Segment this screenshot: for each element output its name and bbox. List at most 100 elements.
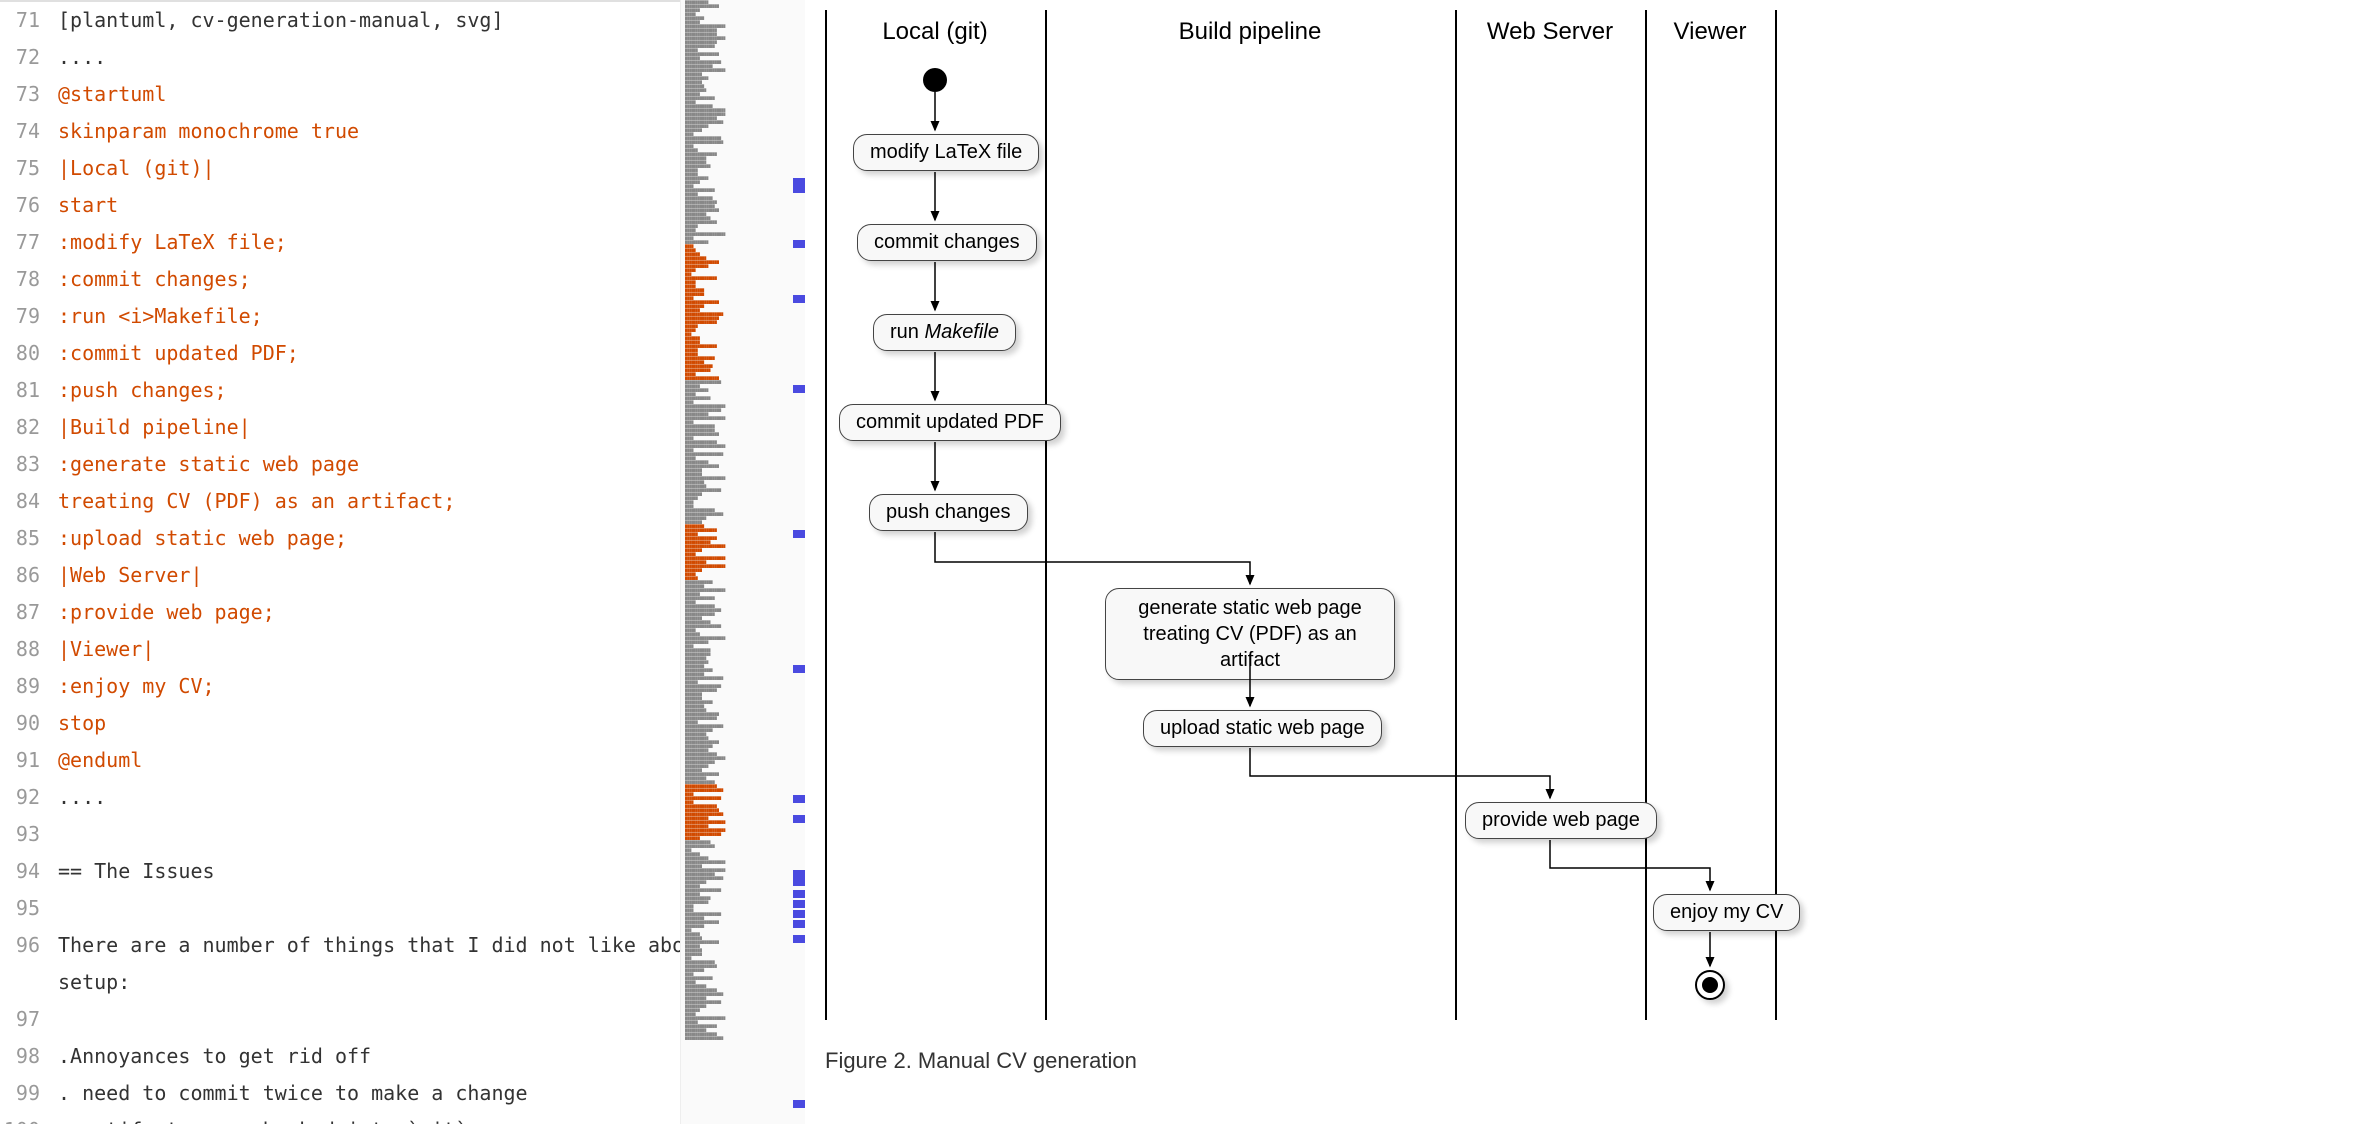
minimap-marker [793, 1100, 805, 1108]
line-number: 91 [0, 742, 58, 779]
code-line[interactable]: 98.Annoyances to get rid off [0, 1038, 680, 1075]
code-line[interactable]: 100. artifacts are checked into `git` [0, 1112, 680, 1124]
line-number: 82 [0, 409, 58, 446]
line-content[interactable]: |Local (git)| [58, 150, 680, 187]
line-number: 86 [0, 557, 58, 594]
preview-pane[interactable]: Local (git) Build pipeline Web Server Vi… [805, 0, 2378, 1124]
code-line[interactable]: 71[plantuml, cv-generation-manual, svg] [0, 2, 680, 39]
line-content[interactable]: |Build pipeline| [58, 409, 680, 446]
line-content[interactable]: :upload static web page; [58, 520, 680, 557]
line-content[interactable]: .... [58, 779, 680, 816]
code-line[interactable]: 82|Build pipeline| [0, 409, 680, 446]
line-content[interactable]: :commit changes; [58, 261, 680, 298]
line-content[interactable]: @enduml [58, 742, 680, 779]
code-line[interactable]: 93 [0, 816, 680, 853]
minimap-marker [793, 815, 805, 823]
code-line[interactable]: 94== The Issues [0, 853, 680, 890]
code-line[interactable]: 84treating CV (PDF) as an artifact; [0, 483, 680, 520]
code-area[interactable]: 71[plantuml, cv-generation-manual, svg]7… [0, 2, 680, 1124]
line-number: 75 [0, 150, 58, 187]
minimap-content: ███████████ ████████████████ ███████ ███… [685, 0, 791, 1040]
line-content[interactable]: :push changes; [58, 372, 680, 409]
line-content[interactable]: [plantuml, cv-generation-manual, svg] [58, 2, 680, 39]
minimap-marker [793, 530, 805, 538]
code-line[interactable]: 73@startuml [0, 76, 680, 113]
code-line[interactable]: 96There are a number of things that I di… [0, 927, 680, 964]
lane-divider [1645, 10, 1647, 1020]
line-content[interactable]: start [58, 187, 680, 224]
line-content[interactable]: @startuml [58, 76, 680, 113]
line-content[interactable]: stop [58, 705, 680, 742]
line-number: 96 [0, 927, 58, 964]
line-content[interactable]: .... [58, 39, 680, 76]
line-number: 76 [0, 187, 58, 224]
code-line[interactable]: 97 [0, 1001, 680, 1038]
code-line[interactable]: 92.... [0, 779, 680, 816]
line-content[interactable]: :enjoy my CV; [58, 668, 680, 705]
minimap-marker [793, 385, 805, 393]
lane-header-web: Web Server [1455, 18, 1645, 46]
lane-header-build: Build pipeline [1045, 18, 1455, 46]
minimap-marker [793, 878, 805, 886]
code-line[interactable]: 91@enduml [0, 742, 680, 779]
node-push-changes: push changes [869, 494, 1028, 531]
code-line[interactable]: 85:upload static web page; [0, 520, 680, 557]
line-number: 90 [0, 705, 58, 742]
code-line[interactable]: 83:generate static web page [0, 446, 680, 483]
minimap-marker [793, 920, 805, 928]
line-content[interactable]: == The Issues [58, 853, 680, 890]
lane-divider [825, 10, 827, 1020]
line-content[interactable]: :commit updated PDF; [58, 335, 680, 372]
line-number: 71 [0, 2, 58, 39]
code-line[interactable]: 88|Viewer| [0, 631, 680, 668]
code-line[interactable]: 87:provide web page; [0, 594, 680, 631]
line-content[interactable]: treating CV (PDF) as an artifact; [58, 483, 680, 520]
line-content[interactable]: skinparam monochrome true [58, 113, 680, 150]
line-number: 88 [0, 631, 58, 668]
node-generate-static: generate static web page treating CV (PD… [1105, 588, 1395, 680]
line-content[interactable]: :generate static web page [58, 446, 680, 483]
line-number: 93 [0, 816, 58, 853]
line-content[interactable]: |Viewer| [58, 631, 680, 668]
line-number: 78 [0, 261, 58, 298]
line-number: 83 [0, 446, 58, 483]
code-line[interactable]: setup: [0, 964, 680, 1001]
line-number: 97 [0, 1001, 58, 1038]
code-line[interactable]: 90stop [0, 705, 680, 742]
code-line[interactable]: 78:commit changes; [0, 261, 680, 298]
line-content[interactable]: There are a number of things that I did … [58, 927, 680, 964]
line-content[interactable]: :run <i>Makefile; [58, 298, 680, 335]
code-line[interactable]: 76start [0, 187, 680, 224]
code-line[interactable]: 75|Local (git)| [0, 150, 680, 187]
minimap[interactable]: ███████████ ████████████████ ███████ ███… [680, 0, 805, 1124]
code-line[interactable]: 80:commit updated PDF; [0, 335, 680, 372]
code-line[interactable]: 95 [0, 890, 680, 927]
code-line[interactable]: 89:enjoy my CV; [0, 668, 680, 705]
code-line[interactable]: 99. need to commit twice to make a chang… [0, 1075, 680, 1112]
activity-diagram: Local (git) Build pipeline Web Server Vi… [825, 10, 1785, 1030]
node-run-makefile-italic: Makefile [924, 321, 998, 343]
line-content[interactable]: setup: [58, 964, 680, 1001]
code-line[interactable]: 81:push changes; [0, 372, 680, 409]
editor-pane[interactable]: 71[plantuml, cv-generation-manual, svg]7… [0, 0, 680, 1124]
line-number: 95 [0, 890, 58, 927]
code-line[interactable]: 86|Web Server| [0, 557, 680, 594]
line-content[interactable] [58, 890, 680, 927]
line-content[interactable]: . need to commit twice to make a change [58, 1075, 680, 1112]
code-line[interactable]: 72.... [0, 39, 680, 76]
minimap-marker [793, 900, 805, 908]
line-content[interactable]: |Web Server| [58, 557, 680, 594]
line-content[interactable] [58, 816, 680, 853]
code-line[interactable]: 74skinparam monochrome true [0, 113, 680, 150]
lane-header-viewer: Viewer [1645, 18, 1775, 46]
code-line[interactable]: 77:modify LaTeX file; [0, 224, 680, 261]
line-content[interactable]: :provide web page; [58, 594, 680, 631]
line-number: 92 [0, 779, 58, 816]
line-content[interactable]: . artifacts are checked into `git` [58, 1112, 680, 1124]
line-content[interactable]: .Annoyances to get rid off [58, 1038, 680, 1075]
minimap-marker [793, 870, 805, 878]
code-line[interactable]: 79:run <i>Makefile; [0, 298, 680, 335]
line-content[interactable] [58, 1001, 680, 1038]
line-content[interactable]: :modify LaTeX file; [58, 224, 680, 261]
line-number: 79 [0, 298, 58, 335]
